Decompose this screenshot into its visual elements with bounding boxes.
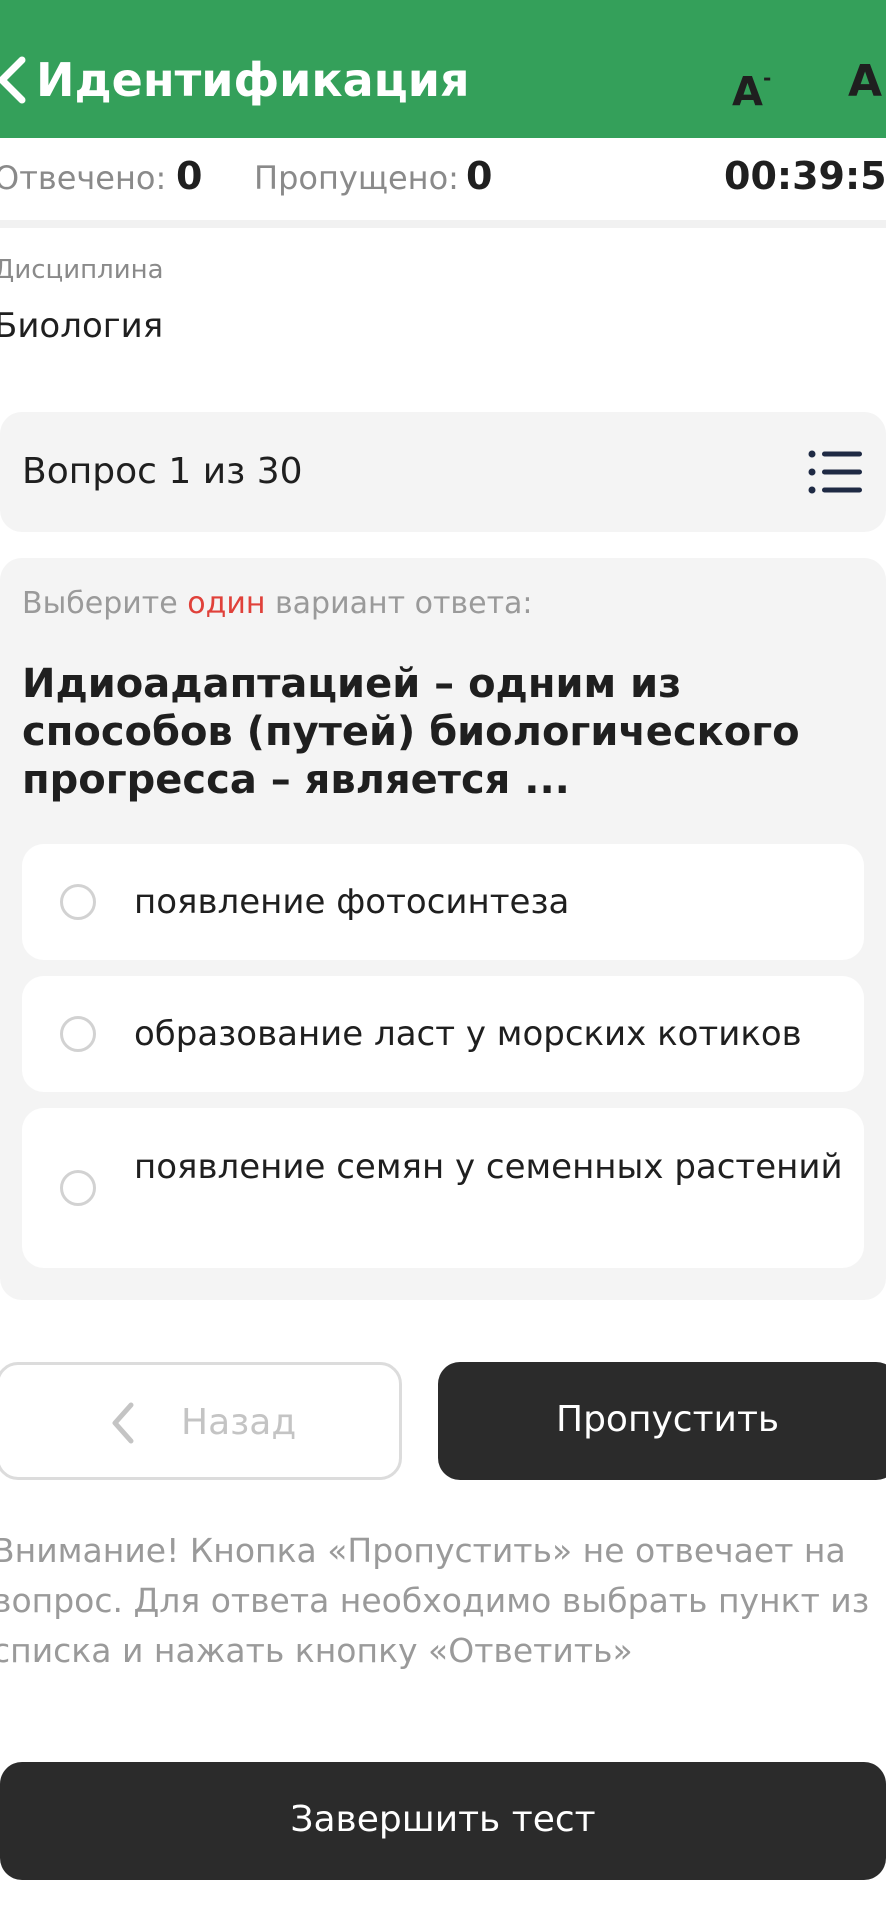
radio-button[interactable] [60, 1016, 96, 1052]
font-increase-button[interactable]: A [848, 56, 882, 108]
discipline-value: Биология [0, 306, 164, 346]
chevron-left-icon [112, 1402, 134, 1444]
list-icon[interactable] [808, 450, 862, 494]
radio-button[interactable] [60, 1170, 96, 1206]
finish-test-button[interactable]: Завершить тест [0, 1762, 886, 1880]
instruction-after: вариант ответа: [265, 586, 533, 621]
skipped-label: Пропущено: [254, 159, 459, 197]
chevron-left-icon[interactable] [0, 52, 32, 108]
question-counter: Вопрос 1 из 30 [22, 451, 303, 492]
skip-button-label: Пропустить [556, 1399, 780, 1440]
timer: 00:39:58 [724, 154, 886, 198]
page-title: Идентификация [36, 53, 470, 107]
stats-bar: Отвечено: 0 Пропущено: 0 00:39:58 [0, 138, 886, 228]
skip-button[interactable]: Пропустить [438, 1362, 886, 1480]
back-button[interactable]: Назад [0, 1362, 402, 1480]
app-header: Идентификация A- A [0, 0, 886, 138]
answer-option-label: образование ласт у морских котиков [134, 1014, 802, 1054]
instruction-accent: один [187, 586, 266, 621]
answered-count: 0 [176, 154, 203, 198]
instruction: Выберите один вариант ответа: [22, 584, 533, 624]
font-decrease-suffix: - [762, 66, 772, 90]
finish-test-label: Завершить тест [290, 1799, 596, 1840]
skipped-count: 0 [466, 154, 493, 198]
question-card: Выберите один вариант ответа: Идиоадапта… [0, 558, 886, 1300]
font-decrease-label: A [732, 69, 763, 116]
answer-option[interactable]: образование ласт у морских котиков [22, 976, 864, 1092]
warning-text: Внимание! Кнопка «Пропустить» не отвечае… [0, 1531, 870, 1670]
answer-option-label: появление фотосинтеза [134, 882, 570, 922]
back-button-label: Назад [181, 1402, 297, 1443]
answer-option-label: появление семян у семенных растений [134, 1147, 843, 1187]
radio-button[interactable] [60, 884, 96, 920]
answer-option[interactable]: появление фотосинтеза [22, 844, 864, 960]
test-screen: Идентификация A- A Отвечено: 0 Пропущено… [0, 0, 886, 1920]
font-decrease-button[interactable]: A- [732, 60, 771, 116]
answer-option[interactable]: появление семян у семенных растений [22, 1108, 864, 1268]
answered-label: Отвечено: [0, 159, 167, 197]
instruction-before: Выберите [22, 586, 188, 621]
discipline-label: Дисциплина [0, 255, 164, 285]
question-header: Вопрос 1 из 30 [0, 412, 886, 532]
question-text: Идиоадаптацией – одним из способов (путе… [22, 661, 800, 803]
